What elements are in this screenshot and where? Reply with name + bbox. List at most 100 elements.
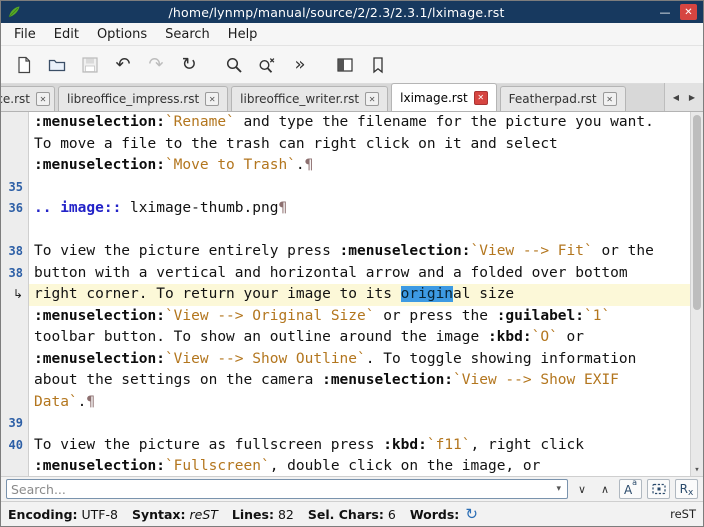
scrollbar-thumb[interactable] [693,115,701,310]
titlebar[interactable]: /home/lynmp/manual/source/2/2.3/2.3.1/lx… [1,1,703,23]
syntax-segment: To view the picture entirely press [34,243,340,259]
tab-label: libreoffice_impress.rst [67,92,199,106]
syntax-segment: `Fullscreen` [165,458,270,474]
redo-button[interactable]: ↷ [143,52,169,78]
search-history-dropdown-icon[interactable]: ▾ [554,484,563,494]
syntax-segment: To view the picture as fullscreen press [34,437,383,453]
editor-line-text[interactable] [29,413,703,435]
syntax-segment: al size [453,286,514,302]
editor-line-text[interactable]: To view the picture entirely press :menu… [29,241,703,263]
editor-line-text[interactable]: To view the picture as fullscreen press … [29,435,703,457]
editor-line-text[interactable]: right corner. To return your image to it… [29,284,703,306]
menu-edit[interactable]: Edit [45,25,88,44]
undo-button[interactable]: ↶ [110,52,136,78]
tab-close-button[interactable]: ✕ [603,92,617,106]
tab-libreoffice_writer.rst[interactable]: libreoffice_writer.rst✕ [231,86,388,111]
new-file-button[interactable] [11,52,37,78]
editor-line-text[interactable]: To move a file to the trash can right cl… [29,134,703,156]
editor-line-text[interactable]: Data`.¶ [29,392,703,414]
side-pane-button[interactable] [332,52,358,78]
more-button[interactable]: » [287,52,313,78]
regex-button[interactable]: Rx [675,479,698,499]
syntax-segment: `View --> Show EXIF [453,372,619,388]
editor-row: :menuselection:`View --> Original Size` … [1,306,703,328]
syntax-segment: `View --> Original Size` [165,308,375,324]
find-previous-button[interactable]: ∧ [596,480,614,498]
tab-scroll-left-button[interactable]: ◀ [669,88,683,106]
search-input[interactable] [11,482,554,497]
search-bar: ▾ ∨ ∧ Aa Rx [1,476,703,501]
scrollbar-down-arrow-icon[interactable]: ▾ [691,465,703,475]
tab-lximage.rst[interactable]: lximage.rst✕ [391,83,497,111]
side-pane-icon [336,56,354,74]
tab-close-button[interactable]: ✕ [36,92,50,106]
lines-value: 82 [278,507,294,522]
bookmark-button[interactable] [365,52,391,78]
syntax-segment: or the [593,243,654,259]
editor[interactable]: :menuselection:`Rename` and type the fil… [1,112,703,476]
syntax-segment: . [296,157,305,173]
menu-file[interactable]: File [5,25,45,44]
line-number [1,155,29,177]
more-icon: » [294,56,305,74]
tab-close-button[interactable]: ✕ [205,92,219,106]
menu-options[interactable]: Options [88,25,156,44]
line-number [1,220,29,242]
vertical-scrollbar[interactable]: ▾ [690,112,703,476]
syntax-segment: . To toggle showing information [366,351,637,367]
editor-line-text[interactable]: :menuselection:`Rename` and type the fil… [29,112,703,134]
close-button[interactable]: ✕ [680,4,697,20]
current-line-marker: ↳ [1,284,29,306]
editor-line-text[interactable]: :menuselection:`Move to Trash`.¶ [29,155,703,177]
editor-line-text[interactable]: :menuselection:`View --> Show Outline`. … [29,349,703,371]
tab-scroll-controls: ◀ ▶ [664,83,703,111]
editor-row: 38button with a vertical and horizontal … [1,263,703,285]
redo-icon: ↷ [148,56,163,74]
find-replace-button[interactable] [254,52,280,78]
syntax-segment: :menuselection: [34,308,165,324]
syntax-segment: .. image:: [34,200,121,216]
syntax-segment: :menuselection: [34,458,165,474]
status-syntax-indicator: reST [670,507,696,521]
minimize-button[interactable]: — [656,4,674,20]
editor-line-text[interactable]: :menuselection:`Fullscreen`, double clic… [29,456,703,476]
syntax-segment: ¶ [278,200,287,216]
tab-libreoffice_impress.rst[interactable]: libreoffice_impress.rst ✕ [58,86,228,111]
match-case-button[interactable]: Aa [619,479,642,499]
undo-icon: ↶ [115,56,130,74]
find-replace-icon [258,56,276,74]
syntax-segment: :menuselection: [322,372,453,388]
syntax-label: Syntax: [132,507,186,522]
editor-rows: :menuselection:`Rename` and type the fil… [1,112,703,476]
save-icon [81,56,99,74]
find-next-button[interactable]: ∨ [573,480,591,498]
whole-word-button[interactable] [647,479,670,499]
tab-ce.rst[interactable]: ce.rst✕ [1,86,55,111]
editor-line-text[interactable]: about the settings on the camera :menuse… [29,370,703,392]
reload-button[interactable]: ↻ [176,52,202,78]
editor-line-text[interactable]: toolbar button. To show an outline aroun… [29,327,703,349]
featherpad-window: /home/lynmp/manual/source/2/2.3/2.3.1/lx… [0,0,704,527]
editor-row: 39 [1,413,703,435]
editor-row: 38To view the picture entirely press :me… [1,241,703,263]
menu-help[interactable]: Help [219,25,267,44]
tab-scroll-right-button[interactable]: ▶ [685,88,699,106]
match-case-icon: Aa [624,482,637,497]
syntax-segment: , double click on the image, or [270,458,541,474]
tab-close-button[interactable]: ✕ [474,91,488,105]
editor-line-text[interactable] [29,177,703,199]
line-number [1,456,29,476]
editor-line-text[interactable]: :menuselection:`View --> Original Size` … [29,306,703,328]
editor-line-text[interactable] [29,220,703,242]
tab-Featherpad.rst[interactable]: Featherpad.rst✕ [500,86,626,111]
editor-line-text[interactable]: button with a vertical and horizontal ar… [29,263,703,285]
refresh-word-count-icon[interactable]: ↻ [465,505,478,523]
syntax-segment: or press the [374,308,496,324]
syntax-segment: :menuselection: [34,351,165,367]
tab-close-button[interactable]: ✕ [365,92,379,106]
open-folder-button[interactable] [44,52,70,78]
menu-search[interactable]: Search [156,25,219,44]
editor-line-text[interactable]: .. image:: lximage-thumb.png¶ [29,198,703,220]
save-button[interactable] [77,52,103,78]
search-button[interactable] [221,52,247,78]
